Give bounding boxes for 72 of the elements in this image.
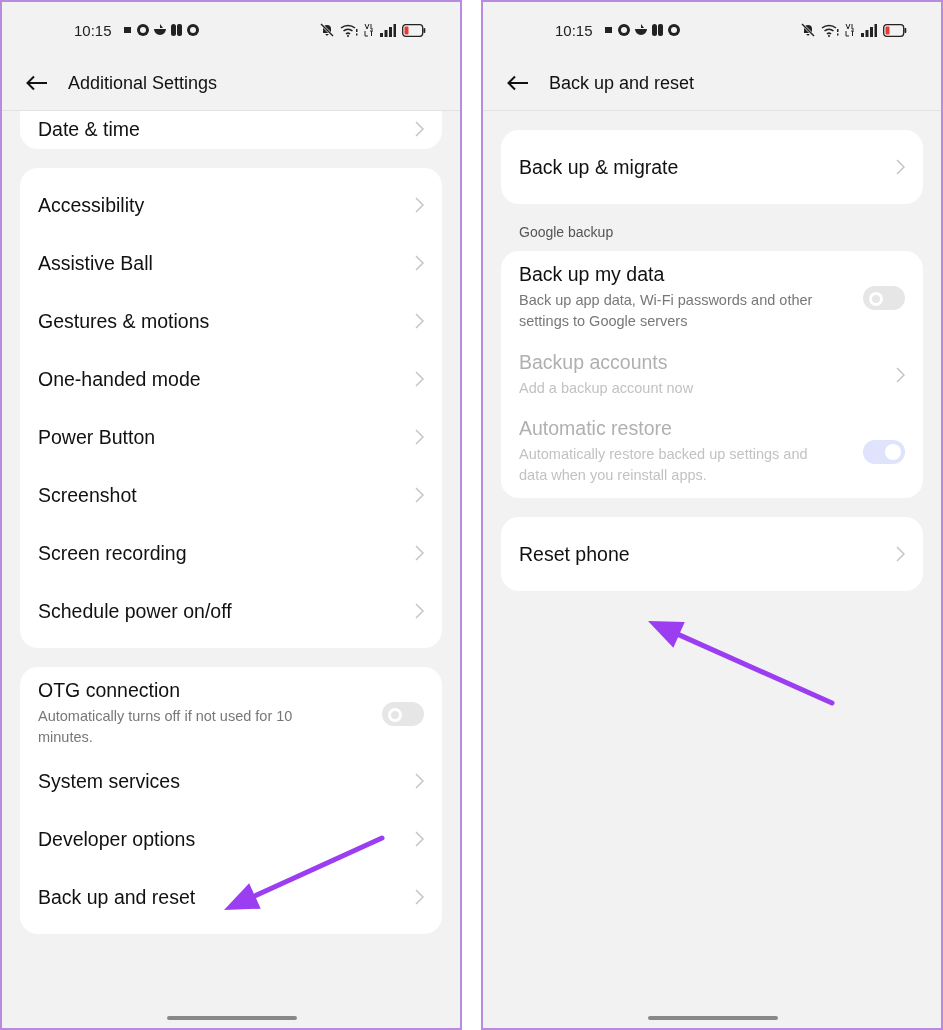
chevron-right-icon [415, 889, 424, 905]
item-title: Back up & migrate [519, 155, 680, 179]
signal-icon [861, 23, 877, 37]
muted-bell-icon [320, 23, 334, 37]
settings-item[interactable]: Back up & migrate [501, 138, 923, 196]
chevron-right-icon [896, 159, 905, 175]
settings-item[interactable]: Accessibility [20, 176, 442, 234]
chevron-right-icon [415, 831, 424, 847]
item-title: Reset phone [519, 542, 631, 566]
section-header: Google backup [518, 223, 615, 240]
item-title: Accessibility [38, 193, 146, 217]
muted-bell-icon [801, 23, 815, 37]
signal-icon [380, 23, 396, 37]
settings-item[interactable]: Power Button [20, 408, 442, 466]
chevron-right-icon [415, 121, 424, 137]
settings-item[interactable]: Gestures & motions [20, 292, 442, 350]
back-arrow-icon[interactable] [507, 75, 529, 91]
chevron-right-icon [415, 255, 424, 271]
settings-item[interactable]: Reset phone [501, 525, 923, 583]
item-description: Automatically turns off if not used for 10 minutes. [38, 707, 294, 747]
status-time: 10:15 [555, 21, 593, 39]
wifi-icon [821, 23, 839, 37]
chevron-right-icon [896, 546, 905, 562]
chevron-right-icon [415, 371, 424, 387]
back-arrow-icon[interactable] [26, 75, 48, 91]
chevron-right-icon [415, 773, 424, 789]
item-description: Back up app data, Wi-Fi passwords and other settings to Google servers [519, 291, 814, 331]
chevron-right-icon [896, 366, 905, 383]
item-title: Power Button [38, 425, 157, 449]
item-title: Developer options [38, 827, 197, 851]
settings-item[interactable]: Date & time [20, 111, 442, 147]
item-description: Automatically restore backed up settings and data when you reinstall apps. [519, 445, 809, 485]
item-title: Schedule power on/off [38, 599, 233, 623]
item-title: Back up and reset [38, 885, 197, 909]
settings-item[interactable]: System services [20, 752, 442, 810]
chevron-right-icon [415, 603, 424, 619]
toggle-switch[interactable] [863, 285, 905, 310]
settings-item[interactable]: Back up and reset [20, 868, 442, 926]
chevron-right-icon [415, 545, 424, 561]
item-title: Backup accounts [519, 350, 669, 374]
settings-item[interactable]: Assistive Ball [20, 234, 442, 292]
item-title: One-handed mode [38, 367, 202, 391]
settings-item[interactable]: OTG connection Automatically turns off if not used for 10 minutes. [20, 675, 442, 752]
status-time: 10:15 [74, 21, 112, 39]
chevron-right-icon [415, 313, 424, 329]
item-title: Back up my data [519, 263, 666, 286]
item-title: System services [38, 769, 181, 793]
settings-item[interactable]: Screen recording [20, 524, 442, 582]
wifi-icon [340, 23, 358, 37]
settings-item[interactable]: Developer options [20, 810, 442, 868]
settings-item[interactable]: Screenshot [20, 466, 442, 524]
screen-title: Additional Settings [68, 72, 218, 94]
item-title: Automatic restore [519, 417, 673, 440]
item-description: Add a backup account now [519, 378, 695, 398]
screen-title: Back up and reset [549, 72, 695, 94]
volte-icon [364, 23, 374, 37]
item-title: Assistive Ball [38, 251, 154, 275]
battery-icon [883, 23, 907, 37]
chevron-right-icon [415, 429, 424, 445]
toggle-switch[interactable] [382, 701, 424, 726]
settings-item[interactable]: Schedule power on/off [20, 582, 442, 640]
item-title: Gestures & motions [38, 309, 211, 333]
item-title: Screen recording [38, 541, 188, 565]
chevron-right-icon [415, 197, 424, 213]
item-title: OTG connection [38, 679, 181, 702]
settings-item[interactable]: One-handed mode [20, 350, 442, 408]
battery-icon [402, 23, 426, 37]
volte-icon [845, 23, 855, 37]
item-title: Date & time [38, 117, 141, 141]
item-title: Screenshot [38, 483, 138, 507]
settings-item[interactable]: Back up my data Back up app data, Wi-Fi passwords and other settings to Google servers [501, 259, 923, 336]
chevron-right-icon [415, 487, 424, 503]
